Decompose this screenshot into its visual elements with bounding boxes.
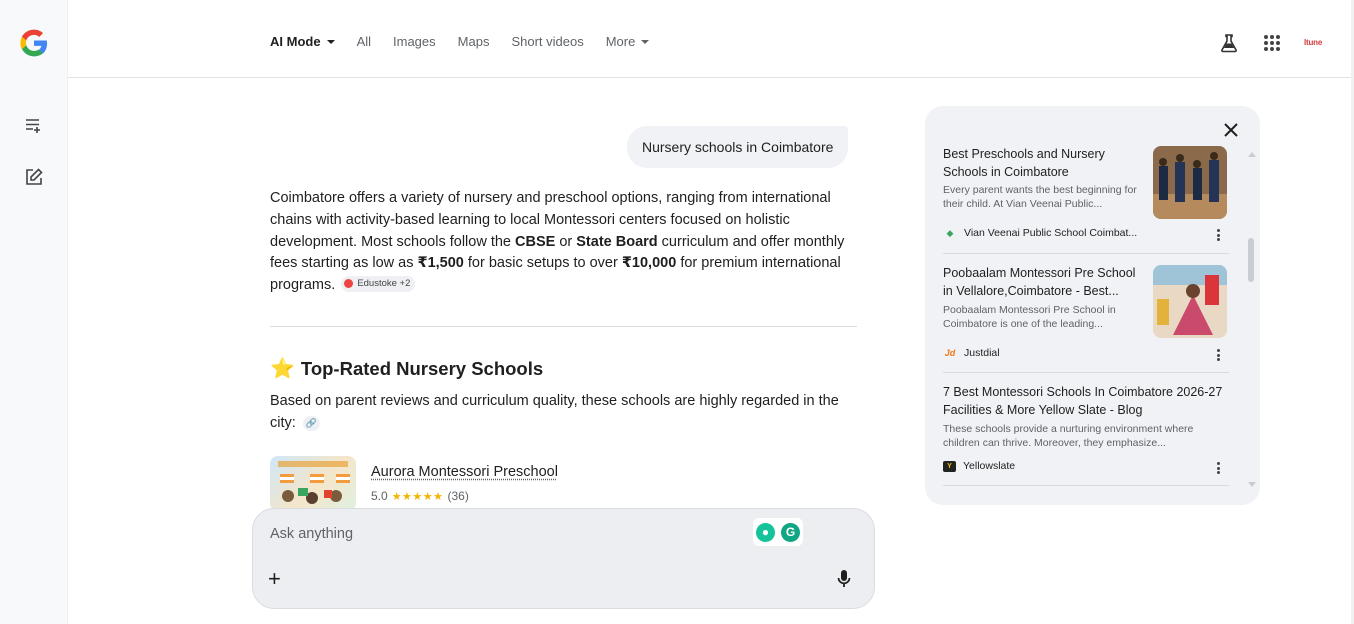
chevron-down-icon: [326, 39, 335, 44]
answer-bold: ₹1,500: [417, 255, 464, 272]
close-button[interactable]: [1221, 120, 1241, 140]
source-site: Jd Justdial: [943, 347, 1000, 359]
close-icon: [1224, 123, 1238, 137]
search-tabs: AI Mode All Images Maps Short videos Mor…: [270, 34, 671, 49]
user-query-bubble: Nursery schools in Coimbatore: [627, 126, 849, 168]
source-card[interactable]: Poobaalam Montessori Pre School in Vella…: [943, 265, 1229, 373]
tab-all-label: All: [356, 34, 372, 49]
account-avatar[interactable]: ltune: [1304, 38, 1322, 47]
answer-bold: ₹10,000: [621, 255, 677, 272]
kebab-icon[interactable]: [1213, 461, 1223, 475]
justdial-icon: Jd: [944, 348, 956, 358]
sources-panel: Best Preschools and Nursery Schools in C…: [925, 106, 1260, 505]
tab-ai-mode[interactable]: AI Mode: [270, 34, 335, 49]
answer-bold: State Board: [576, 233, 658, 250]
mic-button[interactable]: [836, 569, 856, 591]
divider: [270, 326, 857, 327]
section-heading: ⭐ Top-Rated Nursery Schools: [270, 356, 543, 381]
top-bar: AI Mode All Images Maps Short videos Mor…: [68, 0, 1352, 78]
answer-text: for basic setups to over: [463, 255, 622, 272]
google-logo[interactable]: [18, 27, 50, 59]
rating-value: 5.0: [371, 489, 388, 503]
tab-more[interactable]: More: [606, 34, 650, 49]
star-icon: ⭐: [270, 358, 295, 380]
source-snippet: Every parent wants the best beginning fo…: [943, 184, 1137, 210]
tab-more-label: More: [605, 34, 636, 49]
source-site-name: Vian Veenai Public School Coimbat...: [964, 227, 1138, 239]
tab-images[interactable]: Images: [393, 34, 436, 49]
tab-short-videos[interactable]: Short videos: [511, 34, 583, 49]
tab-ai-mode-label: AI Mode: [270, 34, 321, 49]
ai-answer: Coimbatore offers a variety of nursery a…: [270, 188, 860, 297]
grammarly-g-icon[interactable]: G: [781, 522, 800, 542]
ask-box: ● G +: [252, 508, 875, 609]
tab-maps-label: Maps: [457, 34, 490, 49]
citation-label: Edustoke +2: [357, 277, 411, 289]
school-name-link[interactable]: Aurora Montessori Preschool: [371, 464, 558, 480]
vian-veenai-icon: ◆: [946, 227, 954, 238]
grammarly-widget[interactable]: ● G: [753, 518, 803, 546]
review-count: (36): [447, 489, 469, 503]
plus-icon[interactable]: +: [268, 568, 288, 590]
kebab-icon[interactable]: [1213, 228, 1223, 242]
new-thread-button[interactable]: [22, 113, 46, 137]
school-rating: 5.0 ★★★★★ (36): [371, 489, 469, 503]
source-thumbnail[interactable]: [1153, 265, 1227, 338]
left-rail: [0, 0, 68, 624]
citation-chip[interactable]: Edustoke +2: [341, 275, 416, 292]
chevron-down-icon: [641, 39, 650, 44]
source-site: Y Yellowslate: [943, 460, 1015, 472]
labs-button[interactable]: [1218, 32, 1240, 54]
tab-all[interactable]: All: [357, 34, 371, 49]
source-thumbnail[interactable]: [1153, 146, 1227, 219]
grammarly-bulb-icon[interactable]: ●: [756, 522, 775, 542]
tab-images-label: Images: [393, 34, 436, 49]
tab-short-videos-label: Short videos: [511, 34, 584, 49]
section-title-text: Top-Rated Nursery Schools: [300, 357, 544, 379]
source-site-name: Justdial: [964, 347, 1000, 359]
tab-maps[interactable]: Maps: [458, 34, 490, 49]
source-title[interactable]: Poobaalam Montessori Pre School in Vella…: [943, 265, 1147, 300]
new-thread-icon: [26, 119, 40, 133]
mic-icon: [837, 570, 851, 587]
star-rating-icon: ★★★★★: [391, 490, 444, 503]
kebab-icon[interactable]: [1213, 348, 1223, 362]
scroll-down-arrow[interactable]: [1248, 482, 1256, 487]
source-card[interactable]: 7 Best Montessori Schools In Coimbatore …: [943, 384, 1229, 486]
scroll-up-arrow[interactable]: [1248, 152, 1256, 157]
answer-text: or: [555, 233, 577, 250]
source-snippet: These schools provide a nurturing enviro…: [943, 423, 1194, 449]
source-title[interactable]: 7 Best Montessori Schools In Coimbatore …: [943, 384, 1227, 419]
edit-icon: [26, 168, 43, 185]
panel-scrollbar-thumb[interactable]: [1248, 238, 1254, 282]
link-icon[interactable]: 🔗: [302, 416, 320, 432]
answer-bold: CBSE: [515, 233, 556, 250]
source-site: ◆ Vian Veenai Public School Coimbat...: [943, 227, 1138, 239]
yellowslate-icon: Y: [943, 460, 956, 472]
section-intro: Based on parent reviews and curriculum q…: [270, 391, 860, 435]
edit-button[interactable]: [22, 165, 46, 189]
source-title[interactable]: Best Preschools and Nursery Schools in C…: [943, 146, 1147, 181]
apps-button[interactable]: [1261, 32, 1283, 54]
source-site-name: Yellowslate: [963, 460, 1016, 472]
ask-input[interactable]: [270, 526, 740, 542]
apps-grid-icon: [1264, 35, 1280, 51]
labs-flask-icon: [1221, 34, 1237, 53]
source-snippet: Poobaalam Montessori Pre School in Coimb…: [943, 304, 1116, 330]
section-intro-text: Based on parent reviews and curriculum q…: [270, 393, 839, 431]
source-card[interactable]: Best Preschools and Nursery Schools in C…: [943, 146, 1229, 254]
edustoke-icon: [344, 279, 354, 289]
school-thumbnail[interactable]: [270, 456, 356, 511]
